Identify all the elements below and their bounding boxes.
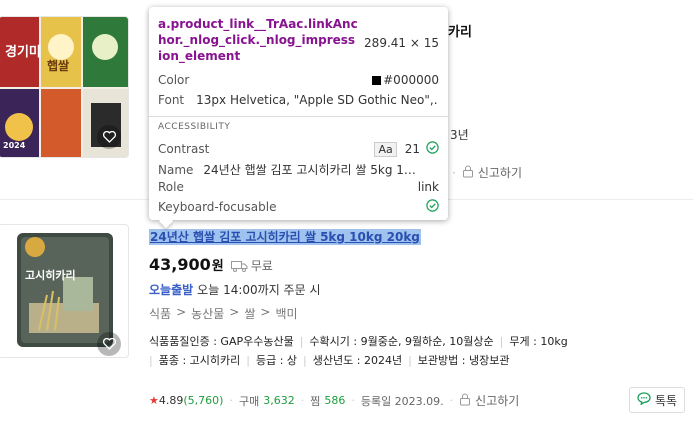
name-label: Name bbox=[158, 162, 194, 177]
rice-bag-label: 경기미 bbox=[5, 45, 41, 60]
element-size: 289.41 × 15 bbox=[364, 36, 439, 50]
role-label: Role bbox=[158, 180, 184, 194]
color-value-wrap: #000000 bbox=[372, 73, 439, 87]
heart-icon bbox=[102, 128, 116, 147]
heart-icon bbox=[102, 335, 116, 354]
spec-item: 품종 : 고시히카리 bbox=[158, 354, 241, 367]
rice-bag-label: 고시히카리 bbox=[25, 269, 76, 282]
wish-label: 찜 bbox=[310, 394, 321, 408]
tooltip-row-name: Name 24년산 햅쌀 김포 고시히카리 쌀 5kg 1… bbox=[158, 161, 439, 178]
rice-bag-label: 햅쌀 bbox=[47, 59, 70, 73]
talktalk-label: 톡톡 bbox=[654, 393, 678, 408]
price-unit: 원 bbox=[211, 259, 224, 274]
separator-dot: · bbox=[452, 165, 456, 180]
spec-item: 무게 : 10kg bbox=[509, 335, 568, 348]
tooltip-divider bbox=[149, 116, 448, 117]
check-circle-icon bbox=[426, 199, 439, 215]
contrast-value-wrap: Aa 21 bbox=[374, 141, 439, 157]
tooltip-row-font: Font 13px Helvetica, "Apple SD Gothic Ne… bbox=[158, 93, 439, 107]
lock-icon bbox=[459, 393, 471, 409]
rice-bag-label: 2024 bbox=[3, 141, 26, 150]
name-value: 24년산 햅쌀 김포 고시히카리 쌀 5kg 1… bbox=[203, 163, 416, 177]
talktalk-button[interactable]: 톡톡 bbox=[629, 387, 685, 413]
wishlist-heart-button[interactable] bbox=[97, 332, 121, 356]
selector-text: a.product_link__TrAac.linkAnchor._nlog_c… bbox=[158, 17, 358, 63]
product-image-1[interactable]: 경기미 햅쌀 2024 bbox=[0, 16, 129, 158]
category-breadcrumb: 식품 > 농산물 > 쌀 > 백미 bbox=[149, 305, 298, 322]
color-swatch-icon bbox=[372, 75, 382, 85]
tooltip-selector: a.product_link__TrAac.linkAnchor._nlog_c… bbox=[158, 16, 358, 64]
rating-value: 4.89 bbox=[158, 394, 184, 407]
spec-item: 생산년도 : 2024년 bbox=[312, 354, 403, 367]
contrast-label: Contrast bbox=[158, 142, 210, 156]
star-icon: ★ bbox=[149, 394, 159, 407]
spec-item: 등급 : 상 bbox=[255, 354, 298, 367]
tooltip-pointer bbox=[158, 213, 174, 229]
category-sep: > bbox=[260, 305, 271, 319]
spec-item: 수확시기 : 9월중순, 9월하순, 10월상순 bbox=[309, 335, 494, 348]
truck-icon bbox=[230, 257, 248, 276]
tooltip-row-contrast: Contrast Aa 21 bbox=[158, 141, 439, 157]
report-link-2[interactable]: 신고하기 bbox=[475, 392, 519, 409]
separator-dot: · bbox=[229, 394, 233, 407]
font-label: Font bbox=[158, 93, 185, 107]
product-image-2[interactable]: 고시히카리 bbox=[0, 224, 129, 358]
shipping-text: 무료 bbox=[250, 259, 273, 273]
role-value: link bbox=[417, 180, 439, 194]
product-title-link[interactable]: 24년산 햅쌀 김포 고시히카리 쌀 5kg 10kg 20kg bbox=[149, 229, 421, 245]
tooltip-row-color: Color #000000 bbox=[158, 73, 439, 87]
registered-date-fragment: 3년 bbox=[450, 128, 469, 142]
delivery-row: 오늘출발 오늘 14:00까지 주문 시 bbox=[149, 281, 320, 298]
focusable-label: Keyboard-focusable bbox=[158, 200, 277, 214]
category-link[interactable]: 식품 bbox=[149, 305, 171, 322]
price-row: 43,900 원 무료 bbox=[149, 255, 273, 274]
purchase-count: 3,632 bbox=[263, 394, 295, 407]
tooltip-row-focusable: Keyboard-focusable bbox=[158, 199, 439, 215]
category-sep: > bbox=[176, 305, 187, 319]
specs-line-2: | 품종 : 고시히카리 | 등급 : 상 | 생산년도 : 2024년 | 보관방법 : 냉… bbox=[149, 354, 510, 367]
today-dispatch-badge: 오늘출발 bbox=[149, 283, 194, 297]
purchase-label: 구매 bbox=[238, 394, 260, 408]
wish-count: 586 bbox=[324, 394, 346, 407]
chat-bubble-icon bbox=[637, 392, 651, 408]
category-link[interactable]: 농산물 bbox=[191, 305, 224, 322]
separator-dot: · bbox=[449, 394, 454, 407]
spec-item: 식품품질인증 : GAP우수농산물 bbox=[149, 335, 294, 348]
report-link-1[interactable]: · 신고하기 bbox=[452, 164, 522, 181]
color-value: #000000 bbox=[383, 73, 439, 87]
separator-dot: · bbox=[351, 394, 355, 407]
review-count[interactable]: (5,760) bbox=[183, 394, 223, 407]
contrast-badge: Aa bbox=[374, 141, 397, 157]
product-title-fragment[interactable]: 카리 bbox=[448, 21, 472, 40]
stats-row: ★ 4.89 (5,760) · 구매 3,632 · 찜 586 · 등록일 … bbox=[149, 392, 519, 409]
tooltip-row-role: Role link bbox=[158, 180, 439, 194]
category-link[interactable]: 쌀 bbox=[244, 305, 255, 322]
delivery-text: 오늘 14:00까지 주문 시 bbox=[197, 283, 321, 297]
font-value: 13px Helvetica, "Apple SD Gothic Neo",… bbox=[196, 93, 439, 107]
color-label: Color bbox=[158, 73, 190, 87]
registered-date: 등록일 2023.09. bbox=[360, 394, 444, 408]
price-value: 43,900 bbox=[149, 255, 211, 274]
contrast-value: 21 bbox=[404, 142, 420, 156]
category-sep: > bbox=[229, 305, 240, 319]
lock-icon bbox=[462, 165, 474, 181]
specs-line-1: 식품품질인증 : GAP우수농산물 | 수확시기 : 9월중순, 9월하순, 10월… bbox=[149, 335, 568, 348]
inspect-tooltip: a.product_link__TrAac.linkAnchor._nlog_c… bbox=[149, 7, 448, 229]
separator-dot: · bbox=[300, 394, 305, 407]
product-title: 24년산 햅쌀 김포 고시히카리 쌀 5kg 10kg 20kg bbox=[150, 230, 420, 244]
check-circle-icon bbox=[426, 141, 439, 157]
category-link[interactable]: 백미 bbox=[275, 305, 297, 322]
spec-item: 보관방법 : 냉장보관 bbox=[417, 354, 510, 367]
report-label: 신고하기 bbox=[477, 166, 522, 180]
accessibility-heading: ACCESSIBILITY bbox=[158, 122, 231, 132]
wishlist-heart-button[interactable] bbox=[97, 125, 121, 149]
